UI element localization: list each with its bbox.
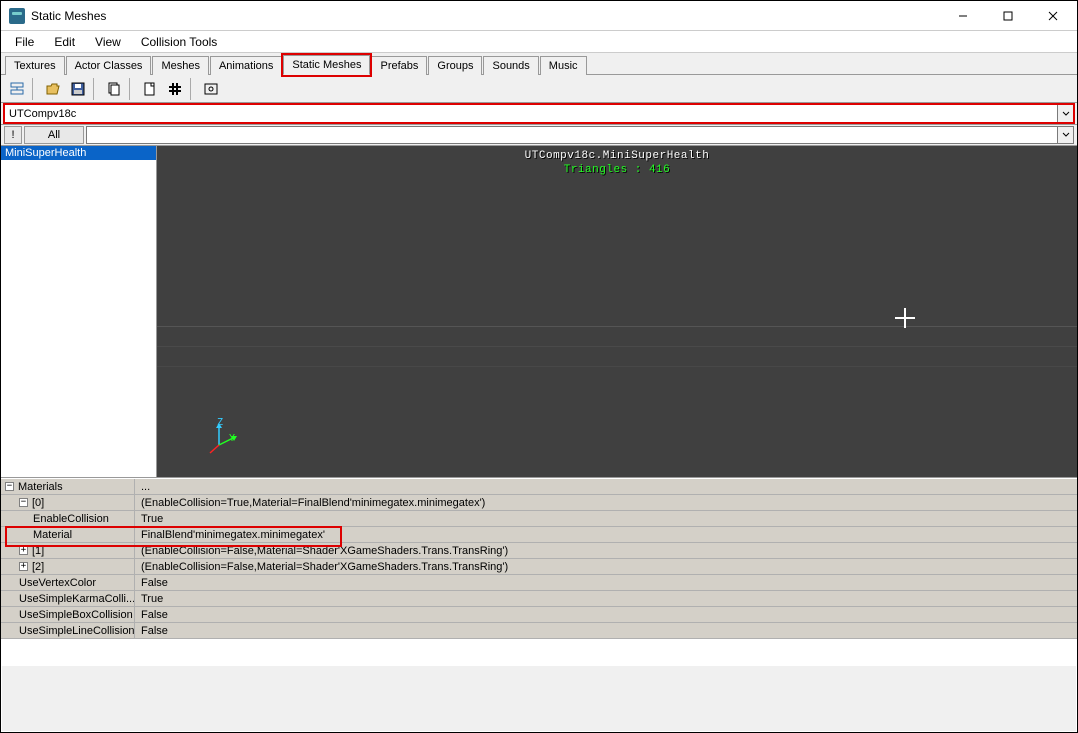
prop-row-0-enable[interactable]: EnableCollision True	[1, 511, 1077, 527]
menu-collision-tools[interactable]: Collision Tools	[131, 33, 227, 51]
expand-icon[interactable]: +	[19, 562, 28, 571]
filter-toggle-button[interactable]: !	[4, 126, 22, 144]
titlebar: Static Meshes	[1, 1, 1077, 31]
collapse-icon[interactable]: −	[19, 498, 28, 507]
package-bar: UTCompv18c	[1, 103, 1077, 125]
tab-sounds[interactable]: Sounds	[483, 56, 538, 75]
axis-z-label: Z	[217, 417, 223, 428]
toolbar	[1, 75, 1077, 103]
prop-row-1[interactable]: +[1] (EnableCollision=False,Material=Sha…	[1, 543, 1077, 559]
tab-strip: Textures Actor Classes Meshes Animations…	[1, 53, 1077, 75]
menu-view[interactable]: View	[85, 33, 131, 51]
tab-animations[interactable]: Animations	[210, 56, 282, 75]
dock-button[interactable]	[5, 78, 29, 100]
chevron-down-icon[interactable]	[1057, 127, 1073, 143]
collapse-icon[interactable]: −	[5, 482, 14, 491]
properties-button[interactable]	[102, 78, 126, 100]
package-combo-value: UTCompv18c	[9, 108, 76, 120]
menu-edit[interactable]: Edit	[44, 33, 85, 51]
save-button[interactable]	[66, 78, 90, 100]
new-button[interactable]	[138, 78, 162, 100]
filter-all-button[interactable]: All	[24, 126, 84, 144]
prop-row-usesimplebox[interactable]: UseSimpleBoxCollision False	[1, 607, 1077, 623]
window-title: Static Meshes	[31, 9, 106, 23]
filter-bar: ! All	[1, 125, 1077, 146]
crosshair-icon	[893, 306, 917, 337]
app-icon	[9, 8, 25, 24]
axis-gizmo: Z Y	[207, 417, 247, 457]
prop-row-usesimpleline[interactable]: UseSimpleLineCollision False	[1, 623, 1077, 639]
open-button[interactable]	[41, 78, 65, 100]
menu-file[interactable]: File	[5, 33, 44, 51]
viewport-triangle-line: Triangles : 416	[157, 164, 1077, 176]
insert-button[interactable]	[163, 78, 187, 100]
viewport-grid	[157, 476, 1077, 477]
prop-row-materials[interactable]: −Materials ...	[1, 479, 1077, 495]
prop-row-0[interactable]: −[0] (EnableCollision=True,Material=Fina…	[1, 495, 1077, 511]
tab-actor-classes[interactable]: Actor Classes	[66, 56, 152, 75]
expand-icon[interactable]: +	[19, 546, 28, 555]
bottom-filler	[2, 666, 1076, 731]
package-combo[interactable]: UTCompv18c	[4, 104, 1074, 123]
axis-y-label: Y	[229, 433, 235, 444]
prop-row-2[interactable]: +[2] (EnableCollision=False,Material=Sha…	[1, 559, 1077, 575]
tab-meshes[interactable]: Meshes	[152, 56, 209, 75]
maximize-button[interactable]	[985, 2, 1030, 30]
tab-static-meshes[interactable]: Static Meshes	[283, 55, 370, 75]
prop-row-usevertexcolor[interactable]: UseVertexColor False	[1, 575, 1077, 591]
viewport[interactable]: UTCompv18c.MiniSuperHealth Triangles : 4…	[157, 146, 1077, 477]
minimize-button[interactable]	[940, 2, 985, 30]
view-button[interactable]	[199, 78, 223, 100]
prop-row-usesimplekarma[interactable]: UseSimpleKarmaColli... True	[1, 591, 1077, 607]
list-item[interactable]: MiniSuperHealth	[1, 146, 156, 160]
mesh-list[interactable]: MiniSuperHealth	[1, 146, 157, 477]
group-combo[interactable]	[86, 126, 1074, 144]
property-grid[interactable]: −Materials ... −[0] (EnableCollision=Tru…	[1, 478, 1077, 639]
tab-groups[interactable]: Groups	[428, 56, 482, 75]
tab-textures[interactable]: Textures	[5, 56, 65, 75]
tab-prefabs[interactable]: Prefabs	[371, 56, 427, 75]
viewport-path-line: UTCompv18c.MiniSuperHealth	[157, 150, 1077, 162]
chevron-down-icon[interactable]	[1057, 105, 1073, 122]
prop-row-0-material[interactable]: Material FinalBlend'minimegatex.minimega…	[1, 527, 1077, 543]
menubar: File Edit View Collision Tools	[1, 31, 1077, 53]
tab-music[interactable]: Music	[540, 56, 587, 75]
main-split: MiniSuperHealth UTCompv18c.MiniSuperHeal…	[1, 146, 1077, 478]
close-button[interactable]	[1030, 2, 1075, 30]
